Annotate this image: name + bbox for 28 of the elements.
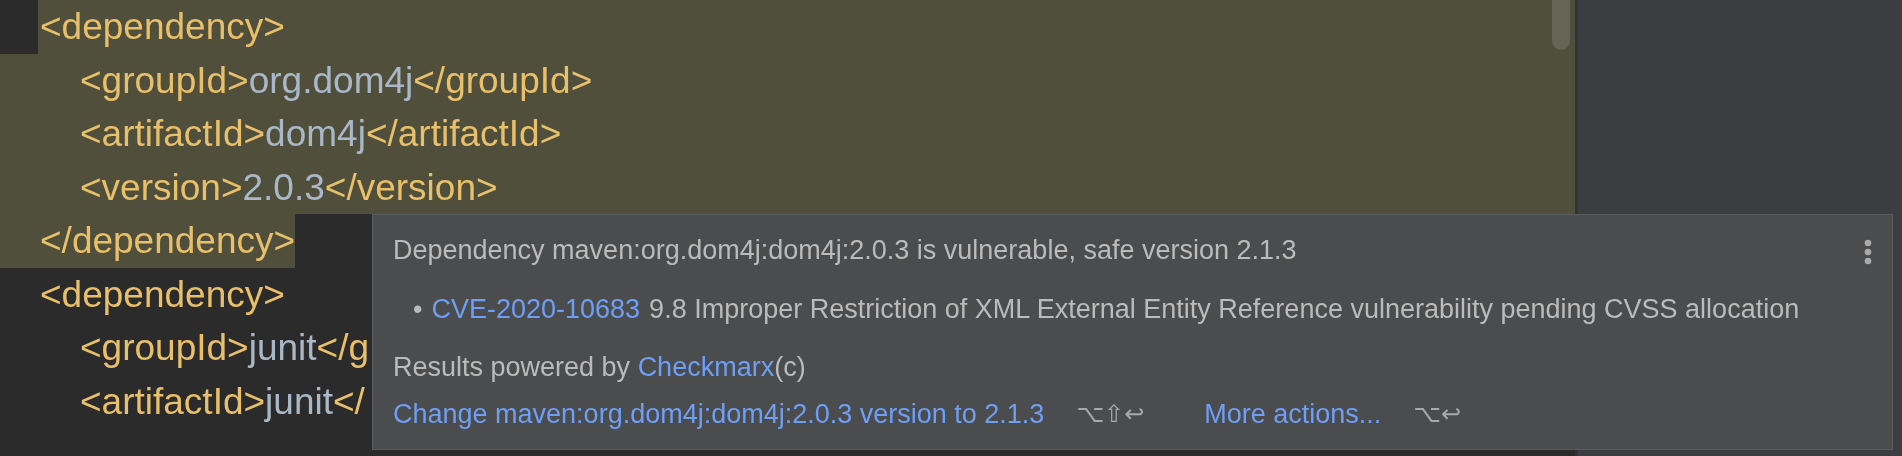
xml-tag: </g	[316, 320, 370, 376]
xml-tag: <groupId>	[80, 320, 249, 376]
more-options-icon[interactable]	[1864, 239, 1872, 265]
scrollbar-thumb[interactable]	[1552, 0, 1570, 50]
action-link[interactable]: Change maven:org.dom4j:dom4j:2.0.3 version to 2.1.3	[393, 398, 1045, 430]
xml-value: dom4j	[265, 112, 366, 156]
xml-tag: </groupId>	[413, 52, 593, 108]
xml-tag: </version>	[324, 159, 498, 215]
cve-link[interactable]: CVE-2020-10683	[431, 293, 641, 325]
shortcut-hint: ⌥↩	[1413, 399, 1462, 430]
xml-tag: <artifactId>	[80, 106, 266, 162]
shortcut-hint: ⌥⇧↩	[1076, 399, 1145, 430]
xml-tag: <version>	[80, 159, 243, 215]
xml-tag: </	[333, 373, 365, 429]
xml-value: junit	[265, 379, 333, 424]
action-link[interactable]: More actions...	[1204, 398, 1382, 430]
xml-value: 2.0.3	[242, 165, 325, 210]
bullet: •	[413, 293, 423, 325]
xml-tag: <groupId>	[80, 52, 249, 108]
xml-tag: </artifactId>	[365, 106, 562, 162]
attribution-text: Results powered by Checkmarx(c)	[393, 351, 806, 383]
issue-description: 9.8 Improper Restriction of XML External Entity Reference vulnerability pending CVSS allocation	[649, 293, 1800, 325]
xml-tag: <dependency>	[40, 0, 285, 55]
xml-value: org.dom4j	[248, 58, 414, 103]
popup-title: Dependency maven:org.dom4j:dom4j:2.0.3 is vulnerable, safe version 2.1.3	[393, 234, 1297, 266]
checkmarx-link[interactable]: Checkmarx	[637, 352, 775, 382]
xml-value: junit	[248, 326, 317, 370]
xml-tag: <dependency>	[40, 266, 285, 322]
